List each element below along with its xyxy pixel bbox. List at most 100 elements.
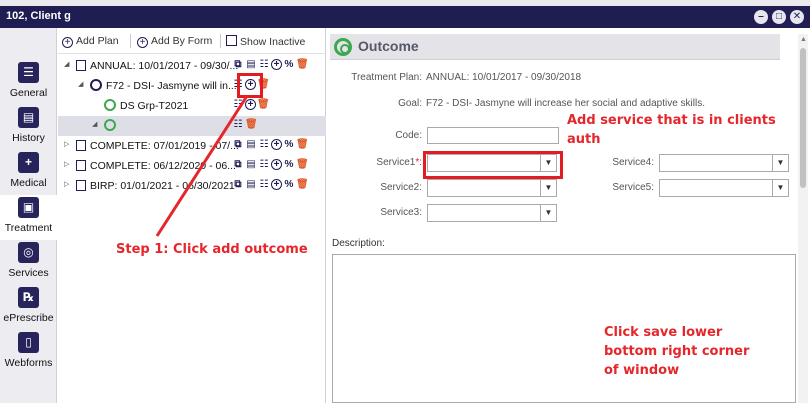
collapse-toggle-icon[interactable]: ◢ xyxy=(64,60,69,68)
delete-icon[interactable]: 🗑 xyxy=(296,159,309,171)
add-by-form-button[interactable]: + Add By Form xyxy=(137,35,212,48)
tree-toolbar: + Add Plan + Add By Form Show Inactive xyxy=(58,28,326,54)
tree-row-objective[interactable]: DS Grp-T2021 ☷ + 🗑 xyxy=(58,96,326,116)
service5-label: Service5: xyxy=(612,182,654,193)
checklist-icon[interactable]: ☷ xyxy=(258,139,270,151)
delete-icon[interactable]: 🗑 xyxy=(296,59,309,71)
nav-item-eprescribe[interactable]: ℞ ePrescribe xyxy=(0,285,57,330)
add-icon[interactable]: + xyxy=(245,99,256,110)
checklist-icon[interactable]: ☷ xyxy=(258,179,270,191)
copy-icon[interactable]: ⧉ xyxy=(232,139,244,151)
percent-icon[interactable]: % xyxy=(283,179,295,191)
code-input[interactable] xyxy=(427,127,559,144)
service5-select[interactable]: ▼ xyxy=(659,179,789,197)
nav-item-webforms[interactable]: ▯ Webforms xyxy=(0,330,57,375)
tree-row-plan-complete-2019[interactable]: ▷ COMPLETE: 07/01/2019 - 07/... ⧉ ▤ ☷ +% 🗑 xyxy=(58,136,326,156)
compass-icon: ◎ xyxy=(18,242,39,263)
scroll-up-icon[interactable]: ▲ xyxy=(800,36,807,43)
annotation-save-line1: Click save lower xyxy=(604,325,723,340)
nav-item-medical[interactable]: + Medical xyxy=(0,150,57,195)
add-icon: + xyxy=(137,37,148,48)
plan-document-icon xyxy=(76,60,86,71)
chevron-down-icon[interactable]: ▼ xyxy=(540,205,556,221)
nav-label: Medical xyxy=(10,177,47,189)
add-goal-icon[interactable]: + xyxy=(271,159,282,170)
rx-icon: ℞ xyxy=(18,287,39,308)
checklist-icon[interactable]: ☷ xyxy=(258,59,270,71)
row-actions: ⧉ ▤ ☷ +% 🗑 xyxy=(232,59,309,73)
clipboard-icon: ▤ xyxy=(18,107,39,128)
tree-row-new-outcome[interactable]: ◢ ☷ 🗑 xyxy=(58,116,326,136)
chevron-down-icon[interactable]: ▼ xyxy=(772,180,788,196)
tree-row-plan-birp[interactable]: ▷ BIRP: 01/01/2021 - 06/30/2021 ⧉ ▤ ☷ +% 🗑 xyxy=(58,176,326,196)
chevron-down-icon[interactable]: ▼ xyxy=(772,155,788,171)
copy-icon[interactable]: ⧉ xyxy=(232,179,244,191)
service2-select[interactable]: ▼ xyxy=(427,179,557,197)
add-goal-icon[interactable]: + xyxy=(271,179,282,190)
form-icon[interactable]: ▤ xyxy=(245,139,257,151)
goal-target-icon xyxy=(90,79,102,91)
description-textarea[interactable] xyxy=(332,254,796,403)
service4-select[interactable]: ▼ xyxy=(659,154,789,172)
tree-row-plan-complete-2020[interactable]: ▷ COMPLETE: 06/12/2020 - 06... ⧉ ▤ ☷ +% 🗑 xyxy=(58,156,326,176)
checklist-icon[interactable]: ☷ xyxy=(232,99,244,111)
service3-select[interactable]: ▼ xyxy=(427,204,557,222)
expand-toggle-icon[interactable]: ▷ xyxy=(64,140,69,148)
nav-item-services[interactable]: ◎ Services xyxy=(0,240,57,285)
percent-icon[interactable]: % xyxy=(283,159,295,171)
goal-label: Goal: xyxy=(398,98,422,109)
collapse-toggle-icon[interactable]: ◢ xyxy=(92,120,97,128)
maximize-button[interactable]: □ xyxy=(772,10,786,24)
form-icon[interactable]: ▤ xyxy=(245,179,257,191)
side-nav: ☰ General ▤ History + Medical ▣ Treatmen… xyxy=(0,28,57,403)
expand-toggle-icon[interactable]: ▷ xyxy=(64,160,69,168)
checklist-icon[interactable]: ☷ xyxy=(232,119,244,131)
add-goal-icon[interactable]: + xyxy=(271,139,282,150)
show-inactive-label: Show Inactive xyxy=(240,36,306,48)
nav-item-history[interactable]: ▤ History xyxy=(0,105,57,150)
copy-icon[interactable]: ⧉ xyxy=(232,59,244,71)
tree-row-label: DS Grp-T2021 xyxy=(120,100,189,112)
minimize-button[interactable]: – xyxy=(754,10,768,24)
tree-row-plan-annual[interactable]: ◢ ANNUAL: 10/01/2017 - 09/30/... ⧉ ▤ ☷ +% 🗑 xyxy=(58,56,326,76)
collapse-toggle-icon[interactable]: ◢ xyxy=(78,80,83,88)
delete-icon[interactable]: 🗑 xyxy=(296,179,309,191)
window-title: 102, Client g xyxy=(6,10,71,22)
copy-icon[interactable]: ⧉ xyxy=(232,159,244,171)
panel-scrollbar[interactable]: ▲ xyxy=(798,34,808,403)
form-icon[interactable]: ▤ xyxy=(245,159,257,171)
tree-row-label: COMPLETE: 06/12/2020 - 06... xyxy=(90,160,236,172)
document-icon: ▯ xyxy=(18,332,39,353)
treatment-plan-label: Treatment Plan: xyxy=(351,72,422,83)
service1-label: Service1*: xyxy=(376,157,422,168)
code-label: Code: xyxy=(395,130,422,141)
toolbar-divider xyxy=(220,34,221,48)
close-button[interactable]: ✕ xyxy=(790,10,804,24)
nav-item-treatment[interactable]: ▣ Treatment xyxy=(0,195,57,240)
user-card-icon: ☰ xyxy=(18,62,39,83)
scroll-thumb[interactable] xyxy=(800,48,806,188)
show-inactive-checkbox[interactable]: Show Inactive xyxy=(226,35,305,48)
annotation-service-line1: Add service that is in clients xyxy=(567,113,776,128)
chevron-down-icon[interactable]: ▼ xyxy=(540,180,556,196)
delete-icon[interactable]: 🗑 xyxy=(245,119,258,131)
annotation-save-line2: bottom right corner xyxy=(604,344,750,359)
nav-label: ePrescribe xyxy=(3,312,54,324)
treatment-plan-value: ANNUAL: 10/01/2017 - 09/30/2018 xyxy=(426,72,582,83)
delete-icon[interactable]: 🗑 xyxy=(257,99,270,111)
add-plan-button[interactable]: + Add Plan xyxy=(62,35,119,48)
tree-row-goal[interactable]: ◢ F72 - DSI- Jasmyne will in... ☷ + 🗑 xyxy=(58,76,326,96)
add-goal-icon[interactable]: + xyxy=(271,59,282,70)
percent-icon[interactable]: % xyxy=(283,139,295,151)
nav-item-general[interactable]: ☰ General xyxy=(0,60,57,105)
nav-label: History xyxy=(12,132,45,144)
annotation-box-service1 xyxy=(423,151,563,179)
checklist-icon[interactable]: ☷ xyxy=(258,159,270,171)
annotation-service-line2: auth xyxy=(567,132,601,147)
delete-icon[interactable]: 🗑 xyxy=(296,139,309,151)
row-actions: ⧉ ▤ ☷ +% 🗑 xyxy=(232,159,309,173)
form-icon[interactable]: ▤ xyxy=(245,59,257,71)
service1-label-text: Service1 xyxy=(376,157,416,168)
percent-icon[interactable]: % xyxy=(283,59,295,71)
expand-toggle-icon[interactable]: ▷ xyxy=(64,180,69,188)
